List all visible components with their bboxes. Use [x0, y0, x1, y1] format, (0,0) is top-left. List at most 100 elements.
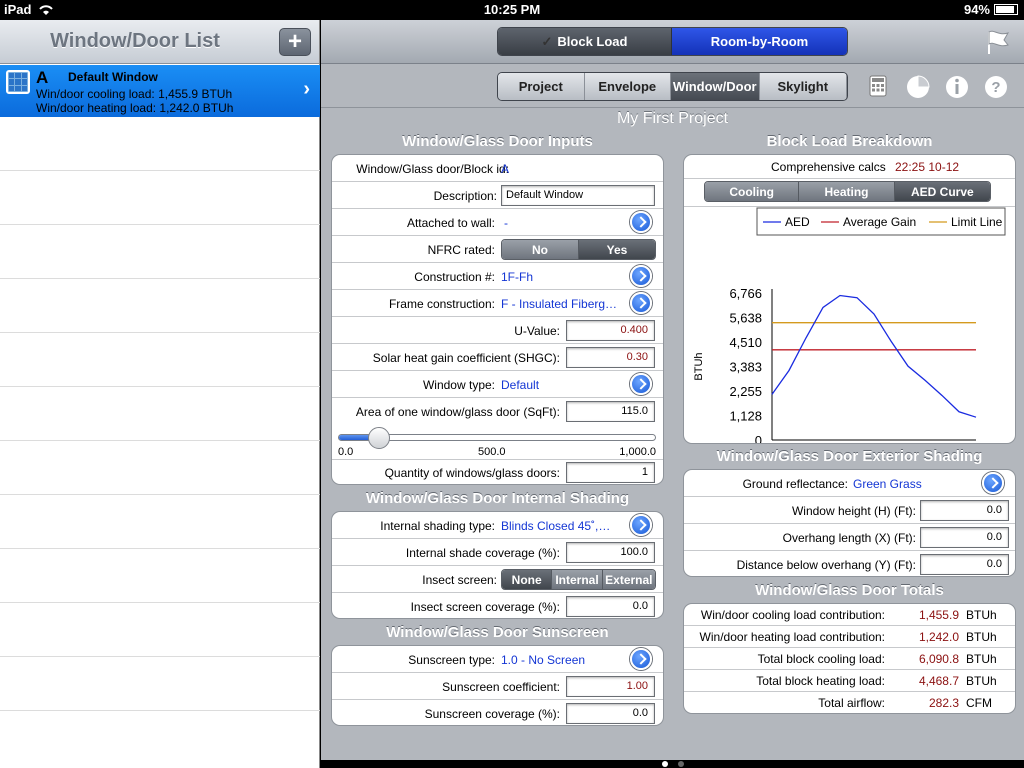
tab-aed-curve[interactable]: AED Curve — [894, 182, 990, 201]
inputs-group: Window/Glass door/Block id: A Descriptio… — [331, 154, 664, 485]
tab-cooling[interactable]: Cooling — [705, 182, 800, 201]
totals-unit: BTUh — [966, 652, 997, 666]
disclosure-icon[interactable] — [630, 211, 652, 233]
section-toolbar: Project Envelope Window/Door Skylight ? — [321, 64, 1024, 108]
uvalue-field[interactable]: 0.400 — [566, 320, 655, 341]
construction-row[interactable]: Construction #: 1F-Fh — [332, 263, 663, 290]
internal-coverage-field[interactable]: 100.0 — [566, 542, 655, 563]
area-field[interactable]: 115.0 — [566, 401, 655, 422]
tab-skylight[interactable]: Skylight — [759, 73, 847, 100]
insect-coverage-row: Insect screen coverage (%): 0.0 — [332, 593, 663, 618]
sunscreen-coef-field[interactable]: 1.00 — [566, 676, 655, 697]
totals-label: Total airflow: — [818, 696, 885, 710]
list-header: Window/Door List + — [0, 20, 319, 64]
insect-external-option[interactable]: External — [602, 570, 655, 589]
tab-project[interactable]: Project — [498, 73, 585, 100]
calculator-icon[interactable] — [866, 74, 890, 98]
disclosure-icon[interactable] — [630, 292, 652, 314]
disclosure-icon[interactable] — [630, 373, 652, 395]
page-indicator[interactable] — [0, 760, 1024, 768]
y-tick-label: 6,766 — [729, 286, 762, 301]
inputs-section-title: Window/Glass Door Inputs — [402, 133, 593, 150]
internal-coverage-label: Internal shade coverage (%): — [405, 546, 560, 560]
legend-label: Limit Line — [951, 215, 1003, 229]
slider-thumb[interactable] — [367, 427, 390, 449]
sunscreen-type-row[interactable]: Sunscreen type: 1.0 - No Screen — [332, 646, 663, 673]
checkmark-icon: ✓ — [541, 33, 553, 49]
attached-row[interactable]: Attached to wall: - — [332, 209, 663, 236]
slider-min-label: 0.0 — [338, 446, 354, 458]
nfrc-toggle: No Yes — [501, 239, 656, 260]
page-dot-active — [662, 761, 668, 767]
help-icon[interactable]: ? — [983, 74, 1009, 100]
description-label: Description: — [433, 189, 497, 203]
legend-label: Average Gain — [843, 215, 916, 229]
totals-group: Win/door cooling load contribution: 1,45… — [683, 603, 1016, 714]
disclosure-icon[interactable] — [630, 265, 652, 287]
list-item-selected[interactable]: A Default Window Win/door cooling load: … — [0, 65, 320, 117]
internal-type-row[interactable]: Internal shading type: Blinds Closed 45˚… — [332, 512, 663, 539]
list-item — [0, 279, 320, 333]
project-title: My First Project — [616, 110, 729, 127]
insect-screen-label: Insect screen: — [422, 573, 497, 587]
shgc-label: Solar heat gain coefficient (SHGC): — [372, 351, 560, 365]
area-slider[interactable]: 0.0 500.0 1,000.0 — [338, 427, 656, 459]
totals-unit: BTUh — [966, 630, 997, 644]
info-icon[interactable] — [944, 74, 970, 100]
window-door-list-pane: Window/Door List + A Default Window Win/… — [0, 20, 320, 768]
height-label: Window height (H) (Ft): — [791, 504, 916, 518]
description-field[interactable]: Default Window — [501, 185, 655, 206]
add-window-button[interactable]: + — [279, 28, 311, 56]
insect-screen-row: Insect screen: None Internal External — [332, 566, 663, 593]
disclosure-icon[interactable] — [630, 514, 652, 536]
overhang-field[interactable]: 0.0 — [920, 527, 1009, 548]
internal-group: Internal shading type: Blinds Closed 45˚… — [331, 511, 664, 619]
insect-internal-option[interactable]: Internal — [552, 570, 603, 589]
disclosure-icon[interactable] — [630, 648, 652, 670]
window-icon — [6, 70, 30, 94]
list-title: Window/Door List — [50, 30, 220, 52]
window-type-row[interactable]: Window type: Default — [332, 371, 663, 398]
tab-window-door[interactable]: Window/Door — [671, 73, 760, 100]
distance-field[interactable]: 0.0 — [920, 554, 1009, 575]
flag-icon[interactable] — [984, 28, 1012, 56]
quantity-row: Quantity of windows/glass doors: 1 — [332, 460, 663, 484]
list-item — [0, 657, 320, 711]
ground-label: Ground reflectance: — [742, 477, 848, 491]
item-cooling: Win/door cooling load: 1,455.9 BTUh — [36, 87, 233, 101]
battery-status: 94% — [964, 2, 1018, 17]
nfrc-row: NFRC rated: No Yes — [332, 236, 663, 263]
tab-heating[interactable]: Heating — [799, 182, 895, 201]
sunscreen-coverage-field[interactable]: 0.0 — [566, 703, 655, 724]
list-item — [0, 495, 320, 549]
totals-unit: BTUh — [966, 608, 997, 622]
totals-value: 4,468.7 — [918, 674, 959, 688]
uvalue-row: U-Value: 0.400 — [332, 317, 663, 344]
block-id-value: A — [501, 162, 510, 176]
height-field[interactable]: 0.0 — [920, 500, 1009, 521]
y-tick-label: 5,638 — [729, 311, 762, 326]
insect-screen-control: None Internal External — [501, 569, 656, 590]
distance-label: Distance below overhang (Y) (Ft): — [736, 558, 916, 572]
uvalue-label: U-Value: — [514, 324, 560, 338]
nfrc-no-option[interactable]: No — [502, 240, 579, 259]
list-item — [0, 441, 320, 495]
insect-coverage-field[interactable]: 0.0 — [566, 596, 655, 617]
frame-value: F - Insulated Fiberg… — [501, 297, 618, 311]
frame-row[interactable]: Frame construction: F - Insulated Fiberg… — [332, 290, 663, 317]
quantity-field[interactable]: 1 — [566, 462, 655, 483]
disclosure-icon[interactable] — [982, 472, 1004, 494]
block-load-label: Block Load — [557, 34, 628, 49]
room-by-room-tab[interactable]: Room-by-Room — [672, 28, 847, 55]
internal-section-title: Window/Glass Door Internal Shading — [365, 490, 630, 507]
shgc-field[interactable]: 0.30 — [566, 347, 655, 368]
ground-row[interactable]: Ground reflectance: Green Grass — [684, 470, 1015, 497]
nfrc-yes-option[interactable]: Yes — [579, 240, 655, 259]
calcs-time: 22:25 10-12 — [895, 160, 960, 174]
insect-none-option[interactable]: None — [502, 570, 553, 589]
pie-chart-icon[interactable] — [905, 74, 931, 100]
block-load-tab[interactable]: ✓ Block Load — [498, 28, 672, 55]
totals-row: Win/door heating load contribution: 1,24… — [684, 626, 1015, 648]
internal-type-label: Internal shading type: — [380, 519, 495, 533]
tab-envelope[interactable]: Envelope — [584, 73, 671, 100]
